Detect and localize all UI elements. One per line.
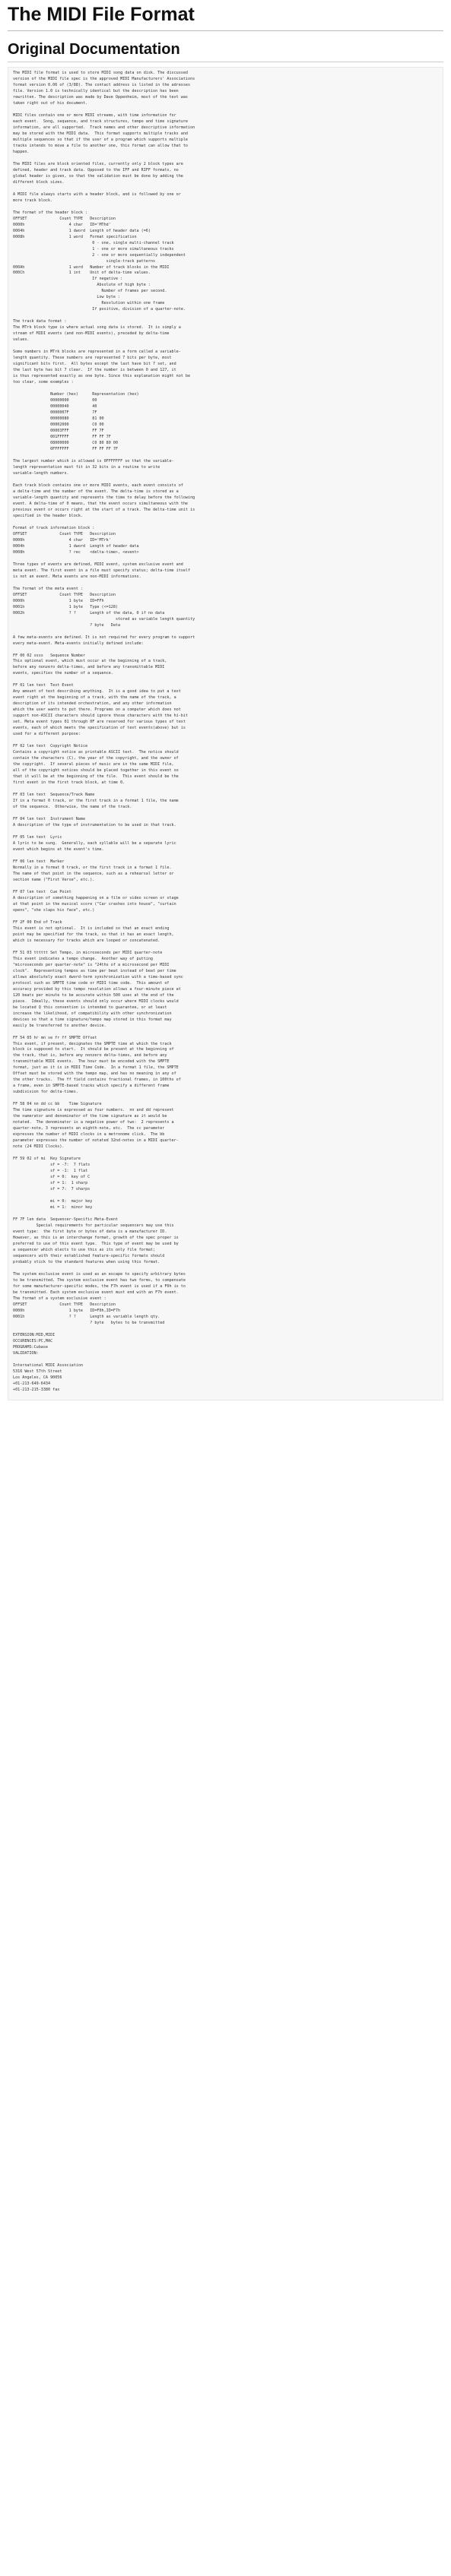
page-container: The MIDI File Format Original Documentat… — [0, 0, 451, 1400]
page-title: The MIDI File Format — [8, 0, 443, 31]
section-title: Original Documentation — [8, 40, 443, 62]
documentation-text-block: The MIDI file format is used to store MI… — [8, 67, 443, 1400]
